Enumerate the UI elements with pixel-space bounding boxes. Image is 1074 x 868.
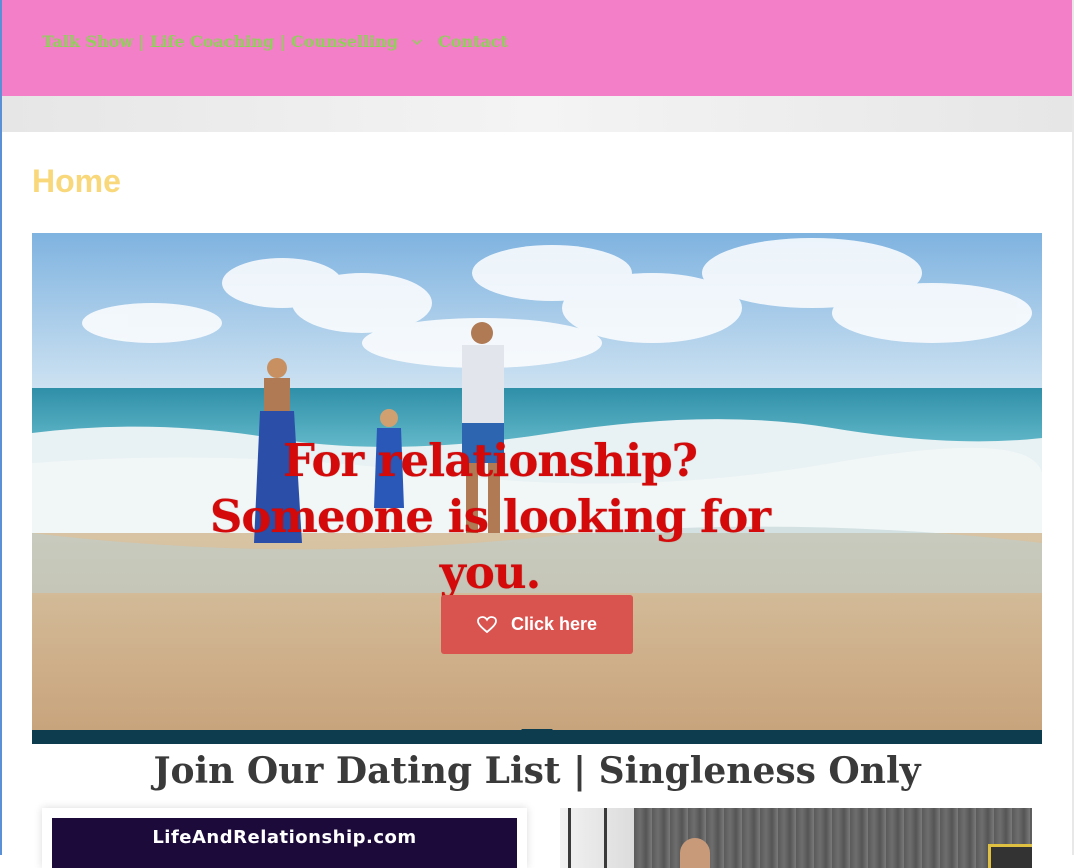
window-glass: [560, 808, 634, 868]
site-banner: LifeAndRelationship.com: [52, 818, 517, 868]
section-heading: Join Our Dating List | Singleness Only: [153, 750, 921, 792]
window-frame: [604, 808, 607, 868]
hero-banner: For relationship? Someone is looking for…: [32, 233, 1042, 730]
nav-item-contact[interactable]: Contact: [438, 32, 508, 51]
header-shadow-band: [2, 96, 1072, 132]
click-here-button[interactable]: Click here: [441, 595, 633, 654]
picture-frame: [988, 844, 1032, 868]
strip-arrow-indicator: [521, 729, 553, 743]
chevron-down-icon[interactable]: [412, 35, 422, 49]
top-navigation-bar: Talk Show | Life Coaching | Counselling …: [2, 0, 1072, 96]
window-frame: [568, 808, 571, 868]
nav-item-talk-show[interactable]: Talk Show | Life Coaching | Counselling: [42, 32, 398, 51]
hero-headline: For relationship? Someone is looking for…: [209, 434, 771, 599]
card-right-photo[interactable]: [560, 808, 1032, 868]
person-figure: [680, 838, 710, 868]
page-title: Home: [32, 163, 121, 199]
card-left[interactable]: LifeAndRelationship.com: [42, 808, 527, 868]
heart-icon: [477, 615, 497, 634]
click-here-label: Click here: [510, 614, 598, 634]
main-nav: Talk Show | Life Coaching | Counselling …: [42, 32, 508, 51]
